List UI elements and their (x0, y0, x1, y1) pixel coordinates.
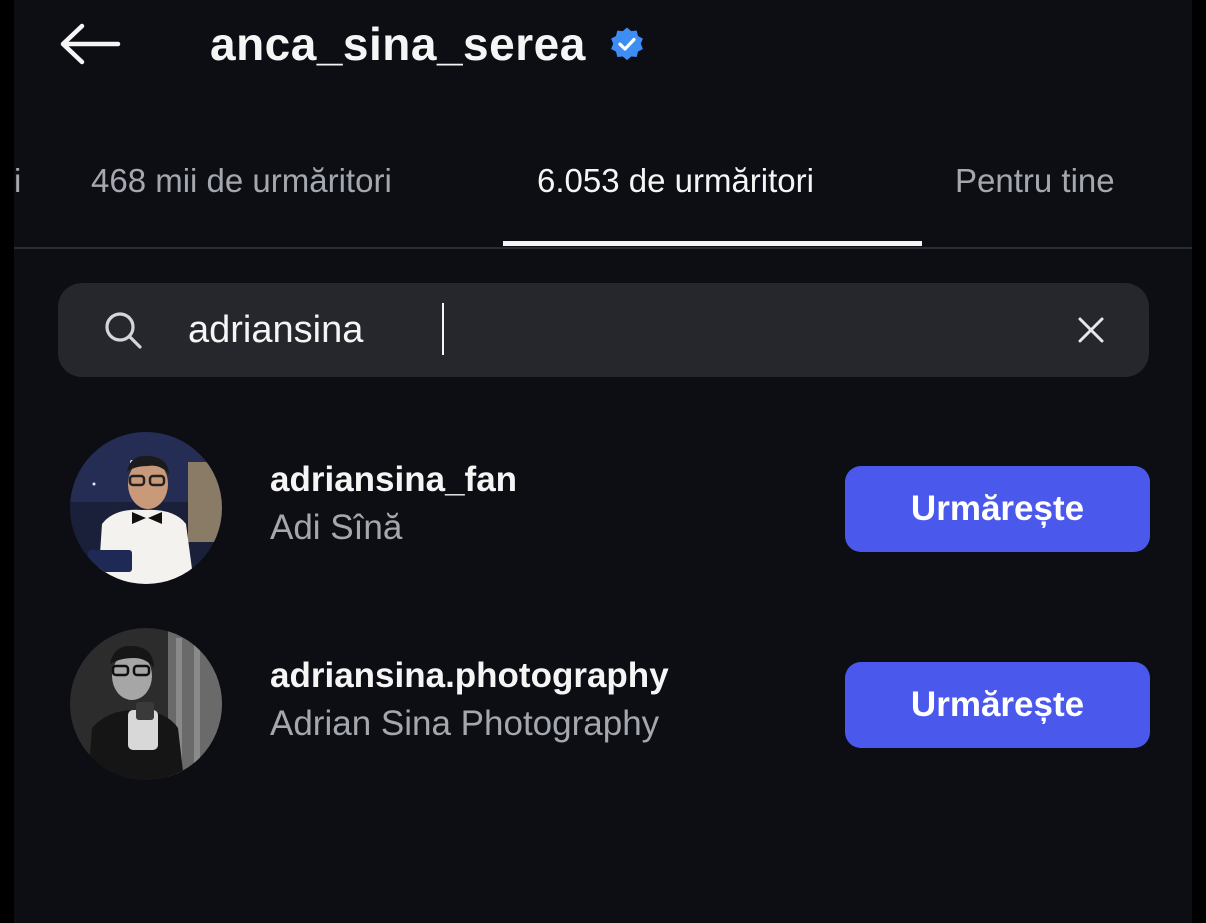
result-username[interactable]: adriansina.photography (270, 656, 669, 696)
list-item[interactable]: adriansina_fan Adi Sînă Urmărește (14, 432, 1192, 592)
tab-partial[interactable]: i (14, 162, 21, 200)
search-input[interactable] (188, 305, 1048, 355)
verified-badge-icon (608, 25, 646, 63)
list-item[interactable]: adriansina.photography Adrian Sina Photo… (14, 628, 1192, 788)
clear-search-button[interactable] (1068, 307, 1114, 353)
tab-for-you[interactable]: Pentru tine (955, 162, 1115, 200)
title-wrap: anca_sina_serea (210, 14, 646, 74)
active-tab-indicator (503, 241, 922, 246)
search-icon (105, 312, 142, 349)
tab-followers-6053[interactable]: 6.053 de urmăritori (537, 162, 814, 200)
followers-screen: anca_sina_serea i 468 mii de urmăritori … (14, 0, 1192, 923)
follow-button[interactable]: Urmărește (845, 662, 1150, 748)
result-fullname: Adi Sînă (270, 508, 403, 547)
follow-button[interactable]: Urmărește (845, 466, 1150, 552)
page-title: anca_sina_serea (210, 18, 586, 70)
tab-followers-468k[interactable]: 468 mii de urmăritori (91, 162, 392, 200)
tabs-divider (14, 247, 1192, 249)
arrow-left-icon (60, 23, 121, 65)
header: anca_sina_serea (14, 0, 1192, 90)
result-username[interactable]: adriansina_fan (270, 460, 517, 500)
back-button[interactable] (54, 18, 126, 70)
text-cursor (442, 303, 444, 355)
result-fullname: Adrian Sina Photography (270, 704, 660, 743)
tab-bar: i 468 mii de urmăritori 6.053 de urmărit… (14, 140, 1192, 250)
avatar[interactable] (70, 628, 222, 780)
close-icon (1078, 317, 1104, 343)
avatar[interactable] (70, 432, 222, 584)
search-bar (58, 283, 1149, 377)
